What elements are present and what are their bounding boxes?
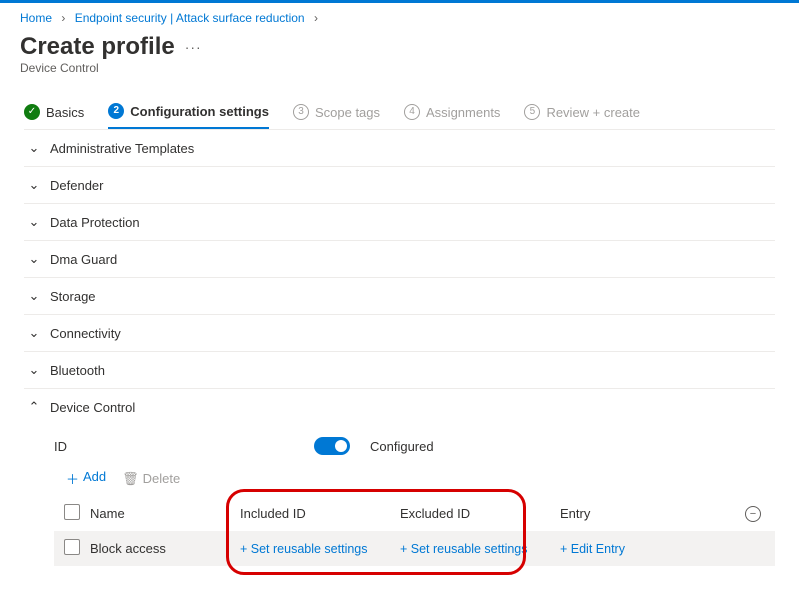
step-number-icon: 2 <box>108 103 124 119</box>
breadcrumb-endpoint-security[interactable]: Endpoint security | Attack surface reduc… <box>75 11 305 25</box>
chevron-right-icon: › <box>61 11 65 25</box>
section-label: Connectivity <box>50 326 121 341</box>
step-number-icon: 4 <box>404 104 420 120</box>
section-dma-guard[interactable]: ⌄ Dma Guard <box>24 240 775 277</box>
edit-entry-button[interactable]: + Edit Entry <box>560 542 680 556</box>
tab-label: Configuration settings <box>130 104 269 119</box>
page-subtitle: Device Control <box>0 61 799 95</box>
step-number-icon: 3 <box>293 104 309 120</box>
breadcrumb: Home › Endpoint security | Attack surfac… <box>0 3 799 29</box>
tab-assignments[interactable]: 4 Assignments <box>404 104 500 128</box>
section-label: Data Protection <box>50 215 140 230</box>
add-label: Add <box>83 469 106 488</box>
breadcrumb-home[interactable]: Home <box>20 11 52 25</box>
set-reusable-included-button[interactable]: + Set reusable settings <box>240 542 400 556</box>
chevron-down-icon: ⌄ <box>28 214 40 230</box>
section-device-control[interactable]: ⌃ Device Control <box>24 388 775 425</box>
section-label: Device Control <box>50 400 135 415</box>
device-control-body: ID Configured ＋ Add 🗑 Delete Name Includ… <box>24 425 775 566</box>
chevron-down-icon: ⌄ <box>28 251 40 267</box>
col-included-id: Included ID <box>240 506 400 521</box>
chevron-down-icon: ⌄ <box>28 362 40 378</box>
set-reusable-excluded-button[interactable]: + Set reusable settings <box>400 542 560 556</box>
more-actions-button[interactable]: ··· <box>185 39 202 55</box>
grid-row-block-access: Block access + Set reusable settings + S… <box>54 531 775 566</box>
tab-configuration-settings[interactable]: 2 Configuration settings <box>108 103 269 129</box>
section-label: Dma Guard <box>50 252 117 267</box>
chevron-right-icon: › <box>314 11 318 25</box>
section-bluetooth[interactable]: ⌄ Bluetooth <box>24 351 775 388</box>
col-entry: Entry <box>560 506 680 521</box>
section-data-protection[interactable]: ⌄ Data Protection <box>24 203 775 240</box>
delete-label: Delete <box>143 471 181 487</box>
chevron-down-icon: ⌄ <box>28 325 40 341</box>
remove-row-icon[interactable]: − <box>745 506 761 522</box>
tab-scope-tags[interactable]: 3 Scope tags <box>293 104 380 128</box>
col-name: Name <box>90 506 240 521</box>
tab-label: Review + create <box>546 105 640 120</box>
chevron-down-icon: ⌄ <box>28 140 40 156</box>
tab-label: Basics <box>46 105 84 120</box>
delete-button: 🗑 Delete <box>122 471 180 487</box>
wizard-tabs: ✓ Basics 2 Configuration settings 3 Scop… <box>0 95 799 129</box>
tab-label: Scope tags <box>315 105 380 120</box>
row-name: Block access <box>90 541 240 556</box>
select-all-checkbox[interactable] <box>64 504 80 520</box>
col-excluded-id: Excluded ID <box>400 506 560 521</box>
section-label: Bluetooth <box>50 363 105 378</box>
section-label: Storage <box>50 289 96 304</box>
row-checkbox[interactable] <box>64 539 80 555</box>
id-label: ID <box>54 439 294 454</box>
toggle-label: Configured <box>370 439 434 454</box>
tab-review-create[interactable]: 5 Review + create <box>524 104 640 128</box>
chevron-down-icon: ⌄ <box>28 177 40 193</box>
configured-toggle[interactable] <box>314 437 350 455</box>
tab-basics[interactable]: ✓ Basics <box>24 104 84 128</box>
add-button[interactable]: ＋ Add <box>66 469 106 488</box>
plus-icon: ＋ <box>66 469 79 488</box>
check-icon: ✓ <box>24 104 40 120</box>
chevron-up-icon: ⌃ <box>28 399 40 415</box>
step-number-icon: 5 <box>524 104 540 120</box>
section-defender[interactable]: ⌄ Defender <box>24 166 775 203</box>
section-label: Defender <box>50 178 103 193</box>
id-grid: Name Included ID Excluded ID Entry − Blo… <box>54 496 775 566</box>
section-administrative-templates[interactable]: ⌄ Administrative Templates <box>24 129 775 166</box>
grid-header: Name Included ID Excluded ID Entry − <box>54 496 775 531</box>
section-storage[interactable]: ⌄ Storage <box>24 277 775 314</box>
tab-label: Assignments <box>426 105 500 120</box>
chevron-down-icon: ⌄ <box>28 288 40 304</box>
section-label: Administrative Templates <box>50 141 194 156</box>
page-title: Create profile <box>20 33 175 61</box>
section-connectivity[interactable]: ⌄ Connectivity <box>24 314 775 351</box>
trash-icon: 🗑 <box>122 471 139 487</box>
